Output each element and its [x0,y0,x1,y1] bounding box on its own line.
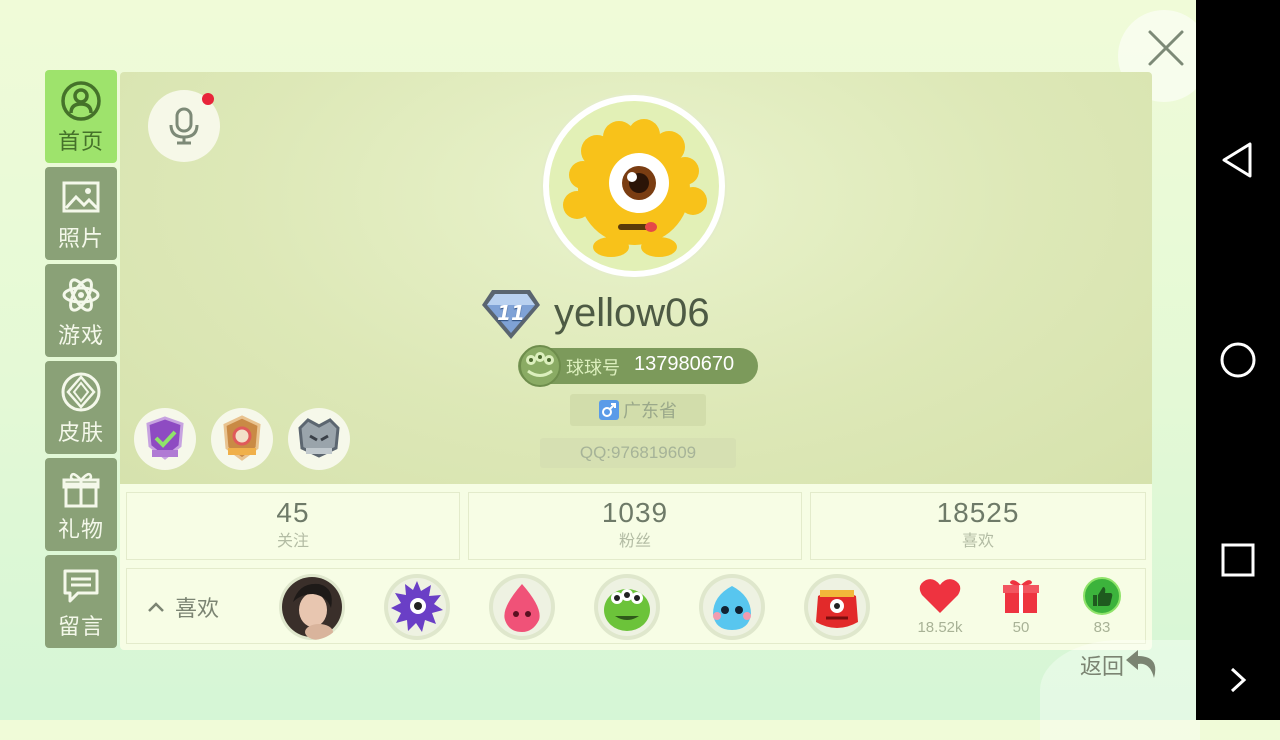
nav-recents-button[interactable] [1196,535,1280,585]
location-tag: 广东省 [570,394,706,426]
heart-icon [919,579,961,613]
stat-label: 喜欢 [961,531,994,550]
yellow-monster-avatar [563,119,707,257]
sidebar-item-games[interactable]: 游戏 [45,264,117,357]
stat-value: 1039 [601,497,669,528]
nav-back-button[interactable] [1196,135,1280,185]
close-button[interactable] [1146,28,1186,68]
location-text: 广东省 [623,401,677,422]
thumbs-count: 83 [1093,619,1111,636]
voice-button[interactable] [148,90,220,162]
stat-fans[interactable]: 1039 粉丝 [468,492,802,560]
likes-toggle[interactable]: 喜欢 [147,591,219,623]
person-photo-avatar [282,577,342,640]
purple-shield-medal-icon [146,416,184,460]
avatar-image [549,101,719,271]
liker-avatar-red[interactable] [804,574,870,640]
medal-silver[interactable] [288,408,350,470]
hearts-stat[interactable]: 18.52k [905,577,975,636]
id-number: 137980670 [634,353,735,375]
sidebar-item-messages[interactable]: 留言 [45,555,117,648]
sidebar-item-home[interactable]: 首页 [45,70,117,163]
stat-value: 45 [276,497,310,528]
stat-likes[interactable]: 18525 喜欢 [810,492,1146,560]
circle-home-icon [1220,342,1256,378]
sidebar: 首页 照片 游戏 皮肤 礼物 留言 [45,70,118,652]
sidebar-item-label: 皮肤 [57,421,104,446]
profile-header: 11 yellow06 球球号 137980670 广东省 QQ:9768196… [120,72,1152,484]
back-button[interactable]: 返回 [1080,648,1160,682]
notification-dot [202,93,214,105]
stat-following[interactable]: 45 关注 [126,492,460,560]
gem-icon [61,372,101,412]
blue-blob-avatar [713,586,751,630]
chevron-right-icon [1230,667,1247,693]
likes-row: 喜欢 18.52k 50 83 [126,568,1146,644]
thumbs-stat[interactable]: 83 [1067,577,1137,636]
avatar[interactable] [543,95,725,277]
sidebar-item-photos[interactable]: 照片 [45,167,117,260]
id-label: 球球号 [566,358,620,379]
screen: 首页 照片 游戏 皮肤 礼物 留言 11 yellow06 球球号 137980… [0,0,1210,740]
gift-icon [62,472,100,508]
liker-avatar-green[interactable] [594,574,660,640]
user-circle-icon [61,81,101,121]
message-icon [63,569,99,603]
sidebar-item-skins[interactable]: 皮肤 [45,361,117,454]
medal-bronze[interactable] [211,408,273,470]
gifts-count: 50 [1012,619,1030,636]
stat-label: 粉丝 [618,531,651,550]
liker-avatar-blue[interactable] [699,574,765,640]
name-row: 11 yellow06 [480,287,800,343]
triangle-back-icon [1222,142,1252,178]
atom-icon [62,278,100,312]
gift-box-icon [1003,580,1039,613]
sidebar-item-label: 留言 [57,615,104,640]
gifts-stat[interactable]: 50 [986,577,1056,636]
monster-face-icon [519,345,561,387]
stat-value: 18525 [936,497,1020,528]
nav-expand-button[interactable] [1196,660,1280,700]
medal-purple[interactable] [134,408,196,470]
undo-arrow-icon [1126,650,1156,678]
username: yellow06 [554,291,710,335]
liker-avatar-photo[interactable] [279,574,345,640]
male-icon [599,400,619,420]
hearts-count: 18.52k [917,619,963,636]
photo-icon [62,181,100,213]
red-monster-avatar [816,590,858,628]
id-badge: 球球号 137980670 [518,345,758,387]
profile-panel: 11 yellow06 球球号 137980670 广东省 QQ:9768196… [120,72,1152,650]
qq-number: QQ:976819609 [540,438,736,468]
thumbs-up-icon [1083,577,1121,615]
level-badge[interactable]: 11 [480,287,542,341]
stats-row: 45 关注 1039 粉丝 18525 喜欢 [126,492,1146,560]
green-monster-avatar [604,589,650,631]
close-icon [1148,30,1184,66]
purple-monster-avatar [391,581,443,632]
sidebar-item-label: 礼物 [57,518,104,543]
level-number: 11 [497,301,525,325]
sidebar-item-label: 照片 [57,227,104,252]
chevron-up-icon [148,602,164,612]
system-nav-bar [1196,0,1280,720]
liker-avatar-pink[interactable] [489,574,555,640]
sidebar-item-gifts[interactable]: 礼物 [45,458,117,551]
stat-label: 关注 [276,531,309,550]
square-recents-icon [1221,543,1255,577]
liker-avatar-purple[interactable] [384,574,450,640]
silver-crown-medal-icon [298,418,340,458]
pink-blob-avatar [504,584,540,632]
sidebar-item-label: 首页 [57,130,104,155]
nav-home-button[interactable] [1196,335,1280,385]
likes-toggle-label: 喜欢 [175,597,220,622]
back-label: 返回 [1080,655,1125,680]
bronze-shield-medal-icon [223,415,261,461]
microphone-icon [169,107,199,145]
sidebar-item-label: 游戏 [57,324,104,349]
